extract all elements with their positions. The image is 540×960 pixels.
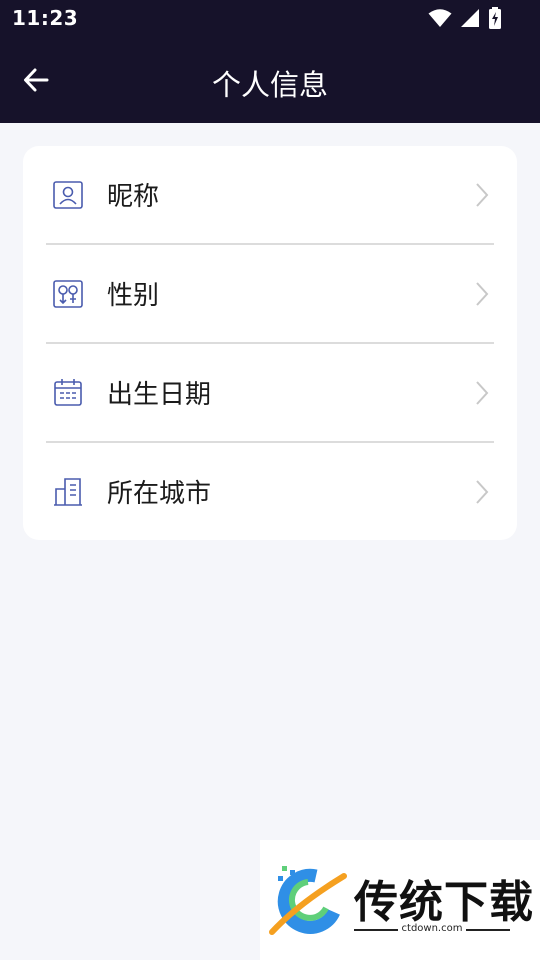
status-icons — [428, 7, 502, 29]
nav-bar: 个人信息 — [0, 40, 540, 120]
chevron-right-icon — [476, 183, 489, 207]
app-header: 11:23 个人信息 — [0, 0, 540, 123]
profile-card-icon — [53, 181, 83, 209]
cellular-signal-icon — [461, 9, 479, 27]
building-icon — [54, 478, 82, 506]
menu-item-birthday[interactable]: 出生日期 — [23, 344, 517, 442]
chevron-right-icon — [476, 381, 489, 405]
chevron-right-icon — [476, 480, 489, 504]
battery-charging-icon — [489, 7, 501, 29]
calendar-icon — [54, 379, 82, 406]
brand-logo-icon — [269, 866, 347, 935]
menu-item-label: 性别 — [107, 281, 160, 311]
gender-icon — [53, 280, 83, 308]
wifi-icon — [428, 9, 452, 27]
menu-item-gender[interactable]: 性别 — [23, 245, 517, 343]
watermark: 传统下载 ctdown.com — [260, 840, 540, 960]
menu-item-nickname[interactable]: 昵称 — [23, 146, 517, 244]
chevron-right-icon — [476, 282, 489, 306]
menu-item-label: 昵称 — [107, 182, 160, 212]
status-time: 11:23 — [12, 6, 79, 30]
watermark-brand: 传统下载 — [354, 877, 534, 928]
menu-item-label: 所在城市 — [107, 479, 212, 509]
watermark-url: ctdown.com — [354, 923, 510, 934]
menu-item-city[interactable]: 所在城市 — [23, 443, 517, 540]
status-bar: 11:23 — [0, 0, 540, 36]
menu-item-label: 出生日期 — [107, 380, 212, 410]
page-title: 个人信息 — [211, 68, 328, 102]
profile-info-card: 昵称 性别 出生日期 所在城市 — [23, 146, 517, 540]
